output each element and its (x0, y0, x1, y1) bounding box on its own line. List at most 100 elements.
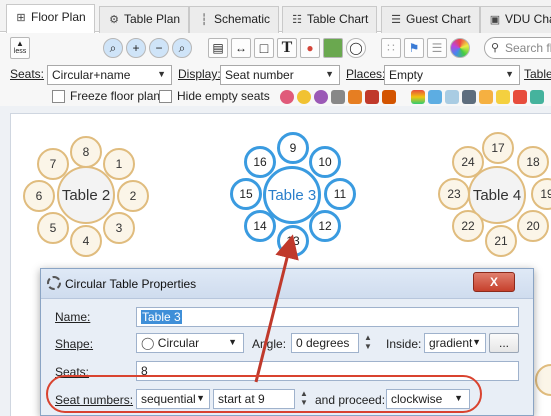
seat[interactable]: 23 (438, 178, 470, 210)
vdu-icon: ▣ (489, 14, 501, 26)
chevron-down-icon: ▼ (505, 69, 514, 79)
star-icon[interactable] (496, 90, 510, 104)
grid-icon: ⊞ (16, 12, 26, 24)
color-wheel-icon[interactable] (450, 38, 470, 58)
less-button[interactable]: ▲ less (10, 37, 30, 59)
inside-label: Inside: (386, 337, 422, 351)
dish-icon[interactable] (445, 90, 459, 104)
ruler-horizontal (0, 106, 551, 113)
freeze-floor-plan-checkbox[interactable] (52, 90, 65, 103)
toolbar: ▲ less ⌕ + − ⌕ ▤ ↔ □ T ● ◯ ∷ ⚑ ☰ ⚲ Searc… (0, 33, 551, 63)
zoom-fit-icon[interactable]: ⌕ (103, 38, 123, 58)
tab-floor-plan[interactable]: ⊞ Floor Plan (6, 4, 95, 33)
filter-bar: Freeze floor plan Hide empty seats (0, 87, 551, 106)
text-tool-icon[interactable]: T (277, 38, 297, 58)
tab-guest-chart[interactable]: ☰ Guest Chart (381, 6, 480, 33)
shape-label: Shape: (55, 337, 94, 351)
seat[interactable]: 17 (482, 132, 514, 164)
seat[interactable]: 4 (70, 225, 102, 257)
seat[interactable]: 22 (452, 210, 484, 242)
tab-bar: ⊞ Floor Plan ⚙ Table Plan ┆ Schematic ☷ Tabl… (0, 0, 551, 33)
skull-icon[interactable] (331, 90, 345, 104)
inside-select[interactable]: gradient ▼ (424, 333, 486, 353)
seat[interactable]: 8 (70, 136, 102, 168)
seat[interactable]: 18 (517, 146, 549, 178)
table-chart-icon: ☷ (292, 14, 302, 26)
hide-empty-seats-label: Hide empty seats (177, 89, 270, 103)
zoom-out-icon[interactable]: − (149, 38, 169, 58)
seat[interactable]: 21 (485, 225, 517, 257)
shape-select[interactable]: ◯ Circular ▼ (136, 333, 244, 353)
seats-label: Seats: (10, 67, 45, 81)
places-label: Places: (346, 67, 386, 81)
seat[interactable]: 16 (244, 146, 276, 178)
seat[interactable]: 11 (324, 178, 356, 210)
zoom-in-icon[interactable]: + (126, 38, 146, 58)
display-select[interactable]: Seat number ▼ (220, 65, 340, 85)
heart-icon[interactable] (280, 90, 294, 104)
name-label: Name: (55, 310, 91, 324)
circle-icon: ◯ (141, 336, 155, 350)
seat-partial[interactable] (535, 364, 551, 396)
layers-icon[interactable]: ☰ (427, 38, 447, 58)
shapes-icon[interactable]: ● (300, 38, 320, 58)
options-bar: Seats: Circular+name ▼ Display: Seat num… (0, 63, 551, 87)
angle-stepper[interactable]: ▲ ▼ (361, 333, 375, 353)
tab-schematic[interactable]: ┆ Schematic (189, 6, 280, 33)
tag-icon[interactable] (530, 90, 544, 104)
seat[interactable]: 14 (244, 210, 276, 242)
seat[interactable]: 1 (103, 148, 135, 180)
chevron-down-icon: ▼ (157, 69, 166, 79)
tab-vdu-chart[interactable]: ▣ VDU Cha (480, 6, 551, 33)
dialog-title: Circular Table Properties (65, 277, 197, 291)
people-icon[interactable] (479, 90, 493, 104)
seat[interactable]: 9 (277, 132, 309, 164)
dots-grid-icon[interactable]: ∷ (381, 38, 401, 58)
zoom-select-icon[interactable]: ⌕ (172, 38, 192, 58)
seat[interactable]: 6 (23, 180, 55, 212)
chevron-down-icon: ▼ (325, 69, 334, 79)
guest-chart-icon: ☰ (391, 14, 401, 26)
more-button[interactable]: ... (489, 333, 519, 353)
long-table-icon[interactable] (323, 38, 343, 58)
dialog-title-bar[interactable]: Circular Table Properties X (41, 269, 533, 299)
seats-select[interactable]: Circular+name ▼ (47, 65, 172, 85)
color-bars-icon[interactable] (411, 90, 425, 104)
close-icon: X (489, 275, 498, 289)
smiley-icon[interactable] (297, 90, 311, 104)
seat[interactable]: 12 (309, 210, 341, 242)
seat[interactable]: 13 (277, 225, 309, 257)
hide-empty-seats-checkbox[interactable] (159, 90, 172, 103)
search-input[interactable]: ⚲ Search flo (484, 37, 551, 59)
search-icon: ⚲ (491, 42, 500, 54)
seat[interactable]: 10 (309, 146, 341, 178)
flag-icon[interactable]: ⚑ (404, 38, 424, 58)
seat[interactable]: 2 (117, 180, 149, 212)
places-select[interactable]: Empty ▼ (384, 65, 520, 85)
face-icon[interactable] (314, 90, 328, 104)
seat[interactable]: 7 (37, 148, 69, 180)
seat[interactable]: 24 (452, 146, 484, 178)
pencil-icon[interactable] (365, 90, 379, 104)
cutlery-icon[interactable] (462, 90, 476, 104)
seat[interactable]: 19 (531, 178, 551, 210)
flag-red-icon[interactable] (382, 90, 396, 104)
arrows-horizontal-icon[interactable]: ↔ (231, 38, 251, 58)
round-table-icon[interactable]: ◯ (346, 38, 366, 58)
close-button[interactable]: X (473, 272, 515, 292)
seat[interactable]: 3 (103, 212, 135, 244)
triangle-up-icon: ▲ (16, 39, 24, 48)
rectangle-icon[interactable]: □ (254, 38, 274, 58)
annotation-oval (46, 375, 482, 413)
tab-table-plan[interactable]: ⚙ Table Plan (99, 6, 190, 33)
angle-input[interactable]: 0 degrees (291, 333, 359, 353)
seat[interactable]: 20 (517, 210, 549, 242)
exclamation-icon[interactable] (513, 90, 527, 104)
name-input[interactable]: Table 3 (136, 307, 519, 327)
drink-icon[interactable] (348, 90, 362, 104)
seat[interactable]: 5 (37, 212, 69, 244)
seat[interactable]: 15 (230, 178, 262, 210)
gender-icon[interactable] (428, 90, 442, 104)
ruler-icon[interactable]: ▤ (208, 38, 228, 58)
tab-table-chart[interactable]: ☷ Table Chart (282, 6, 378, 33)
